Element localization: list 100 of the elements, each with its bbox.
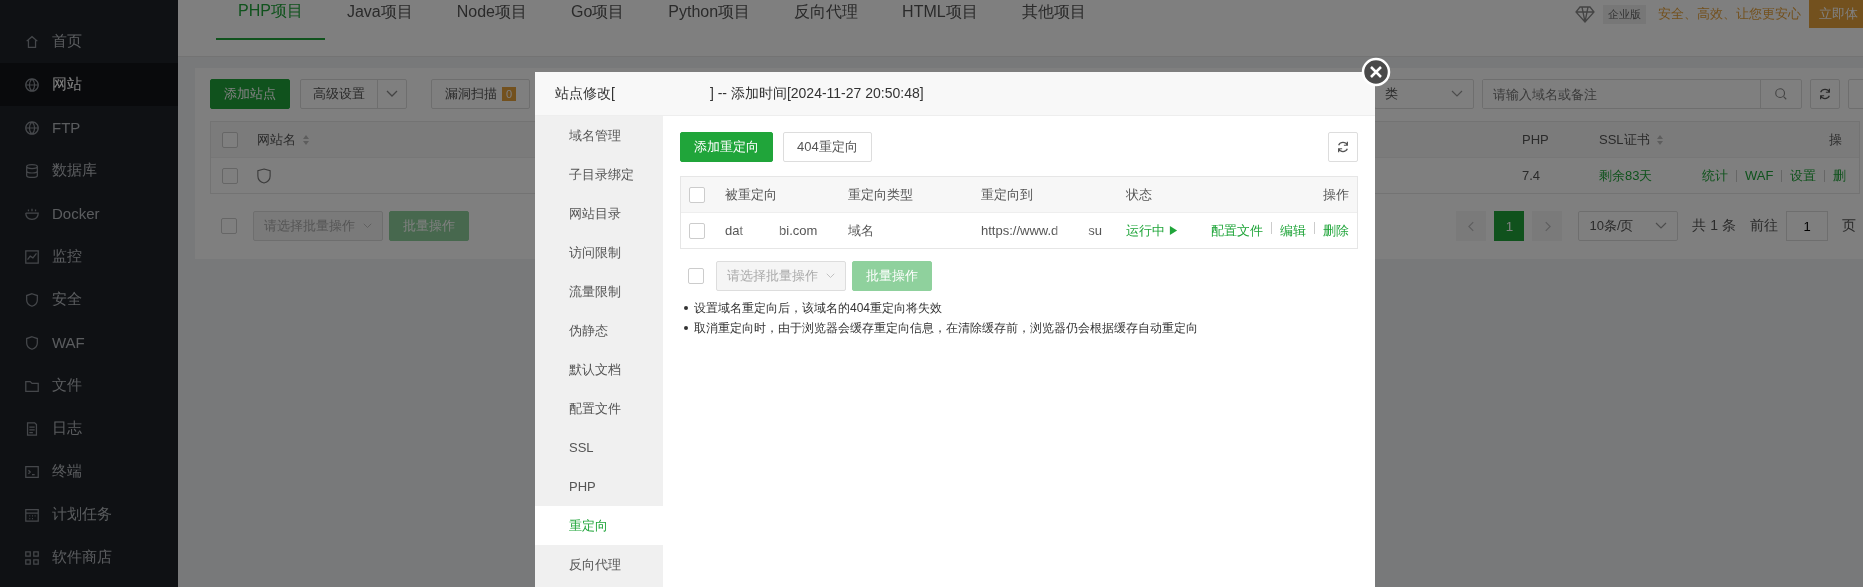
- caret-icon: [1655, 222, 1668, 230]
- checkbox[interactable]: [222, 167, 238, 184]
- diamond-icon: [1575, 5, 1595, 23]
- column-header: PHP: [1521, 132, 1550, 147]
- table-cell: https://www.d: [981, 223, 1059, 238]
- sort-icon: [1655, 133, 1664, 146]
- nav-item[interactable]: 默认文档: [535, 350, 663, 389]
- table-cell-text: 剩余83天: [1598, 166, 1654, 185]
- globe-icon: [24, 119, 40, 136]
- note-text: 设置域名重定向后，该域名的404重定向将失效: [694, 299, 943, 317]
- nav-item[interactable]: 反向代理: [535, 545, 663, 584]
- action-link[interactable]: 配置文件: [1211, 221, 1263, 240]
- action-link[interactable]: 删: [1833, 166, 1847, 185]
- project-tab[interactable]: Go项目: [548, 0, 647, 40]
- project-tab[interactable]: Node项目: [434, 0, 549, 40]
- refresh-icon: [1818, 87, 1832, 101]
- caret-icon: [363, 222, 372, 230]
- next-page-button[interactable]: [1532, 211, 1563, 241]
- previous-page-button[interactable]: [1456, 211, 1487, 241]
- sidebar-item[interactable]: 软件商店: [0, 536, 178, 579]
- checkbox[interactable]: [689, 222, 705, 239]
- action-link[interactable]: 设置: [1790, 166, 1817, 185]
- checkbox[interactable]: [222, 131, 238, 148]
- nav-item[interactable]: 流量限制: [535, 272, 663, 311]
- sidebar-item[interactable]: FTP: [0, 106, 178, 149]
- column-header: 重定向类型: [847, 185, 914, 204]
- column-header: 被重定向: [724, 185, 778, 204]
- action-link[interactable]: 删除: [1323, 221, 1349, 240]
- page-label: 页: [1842, 217, 1856, 235]
- nav-item[interactable]: 访问限制: [535, 233, 663, 272]
- page-input[interactable]: 1: [1786, 211, 1828, 241]
- project-tab[interactable]: Java项目: [324, 0, 435, 40]
- refresh-icon: [1336, 140, 1350, 154]
- table-cell: su: [1088, 223, 1103, 238]
- nav-item[interactable]: 伪静态: [535, 311, 663, 350]
- vulnerability-scan-button[interactable]: 漏洞扫描 0: [431, 79, 531, 109]
- project-tab[interactable]: Python项目: [646, 0, 773, 40]
- redirect-404-button[interactable]: 404重定向: [783, 132, 872, 162]
- refresh-button[interactable]: [1328, 132, 1358, 162]
- document-icon: [24, 420, 40, 437]
- chevron-right-icon: [1543, 220, 1551, 232]
- caret-icon: [386, 90, 398, 98]
- home-icon: [24, 33, 40, 50]
- sidebar-item[interactable]: WAF: [0, 321, 178, 364]
- action-link[interactable]: WAF: [1745, 168, 1774, 183]
- table-cell-text: 域名: [847, 221, 875, 240]
- column-header: 状态: [1125, 185, 1153, 204]
- slogan-text: 安全、高效、让您更安心: [1658, 5, 1801, 23]
- refresh-button[interactable]: [1810, 79, 1840, 109]
- sidebar-item[interactable]: 网站: [0, 63, 178, 106]
- sidebar-item[interactable]: Docker: [0, 192, 178, 235]
- column-header: 操作: [1322, 185, 1350, 204]
- dialog-title: ] -- 添加时间[2024-11-27 20:50:48]: [709, 84, 924, 103]
- caret-icon: [826, 272, 835, 280]
- grid-icon: [24, 549, 40, 566]
- column-header: 重定向到: [980, 185, 1034, 204]
- search-field[interactable]: 请输入域名或备注: [1482, 79, 1802, 109]
- shield-icon: [24, 291, 40, 308]
- page-button[interactable]: 1: [1494, 211, 1525, 241]
- sidebar-item[interactable]: 监控: [0, 235, 178, 278]
- count-badge: 0: [502, 87, 517, 101]
- column-header: SSL证书: [1589, 130, 1692, 149]
- nav-item[interactable]: 重定向: [535, 506, 663, 545]
- advanced-settings-button[interactable]: 高级设置: [300, 79, 407, 109]
- sidebar-item[interactable]: 日志: [0, 407, 178, 450]
- sidebar-item[interactable]: 文件: [0, 364, 178, 407]
- status-toggle[interactable]: 运行中: [1126, 221, 1178, 240]
- database-icon: [24, 162, 40, 179]
- action-link[interactable]: 统计: [1702, 166, 1728, 185]
- project-tab[interactable]: 反向代理: [772, 0, 881, 40]
- project-tab[interactable]: HTML项目: [880, 0, 1000, 40]
- add-redirect-button[interactable]: 添加重定向: [680, 132, 773, 162]
- add-site-button[interactable]: 添加站点: [210, 79, 290, 109]
- chart-icon: [24, 248, 40, 265]
- goto-label: 前往: [1750, 217, 1778, 235]
- sidebar-item[interactable]: 计划任务: [0, 493, 178, 536]
- nav-item[interactable]: 子目录绑定: [535, 155, 663, 194]
- project-tab[interactable]: 其他项目: [999, 0, 1108, 40]
- action-link[interactable]: 编辑: [1280, 221, 1306, 240]
- sidebar-item[interactable]: 首页: [0, 20, 178, 63]
- project-tab[interactable]: PHP项目: [216, 0, 325, 40]
- checkbox[interactable]: [689, 186, 705, 203]
- table-cell: dat: [725, 223, 744, 238]
- nav-item[interactable]: 网站目录: [535, 194, 663, 233]
- close-button[interactable]: [1361, 57, 1391, 87]
- sort-icon: [302, 133, 310, 146]
- page-size-select[interactable]: 10条/页: [1578, 211, 1679, 241]
- sidebar-item[interactable]: 终端: [0, 450, 178, 493]
- nav-item[interactable]: SSL: [535, 428, 663, 467]
- nav-item[interactable]: PHP: [535, 467, 663, 506]
- shield-icon: [257, 167, 271, 184]
- nav-item[interactable]: 域名管理: [535, 116, 663, 155]
- terminal-icon: [24, 463, 40, 480]
- bullet-icon: [684, 326, 688, 330]
- sidebar-item[interactable]: 安全: [0, 278, 178, 321]
- checkbox[interactable]: [221, 218, 237, 234]
- sidebar-item[interactable]: 数据库: [0, 149, 178, 192]
- nav-item[interactable]: 配置文件: [535, 389, 663, 428]
- globe-icon: [24, 76, 40, 93]
- try-button[interactable]: 立即体: [1809, 0, 1863, 28]
